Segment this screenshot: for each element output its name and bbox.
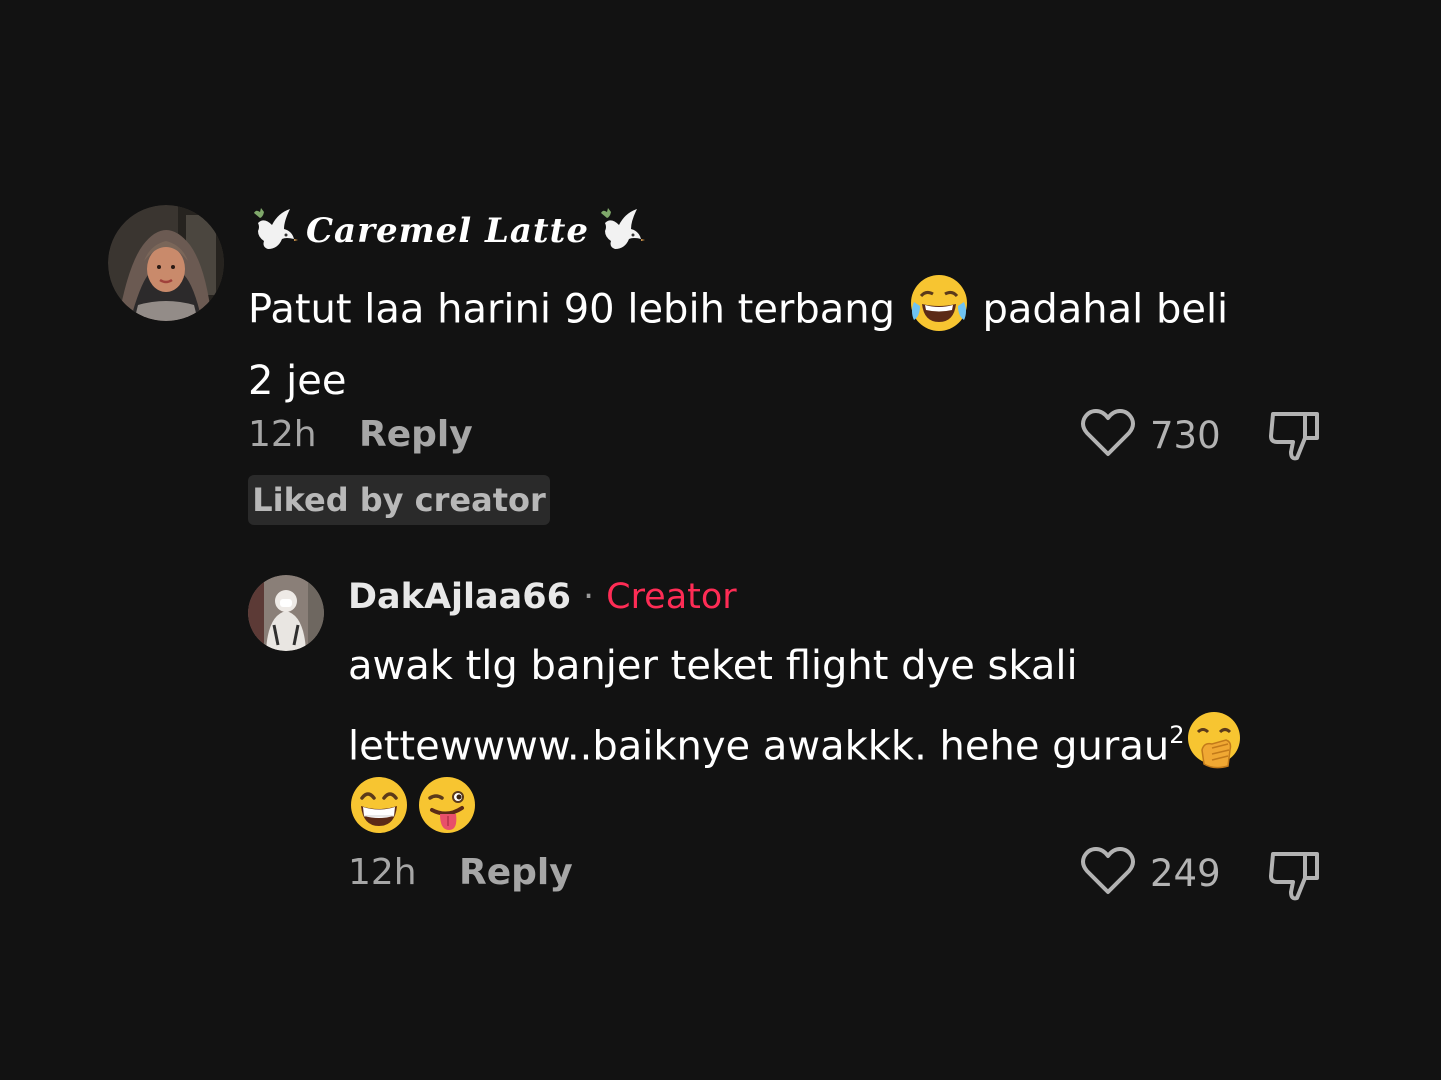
- dove-icon: [248, 203, 300, 259]
- dislike-button[interactable]: [1265, 846, 1323, 908]
- thumbs-down-icon: [1265, 412, 1323, 468]
- comment-text-part: padahal beli: [969, 286, 1229, 333]
- reply-emoji-row: [348, 774, 478, 840]
- reply-text-line: awak tlg banjer teket flight dye skali: [348, 643, 1078, 689]
- reply-username-row: DakAjlaa66 · Creator: [348, 577, 737, 617]
- separator-dot: ·: [582, 577, 595, 617]
- reply-button[interactable]: Reply: [459, 852, 573, 893]
- liked-by-creator-badge: Liked by creator: [248, 475, 550, 525]
- superscript: 2: [1169, 721, 1185, 750]
- winking-face-with-tongue-icon: [416, 774, 478, 840]
- thumbs-down-icon: [1265, 852, 1323, 908]
- reply-text-part: lettewwww..baiknye awakkk. hehe gurau: [348, 723, 1170, 770]
- heart-icon: [1080, 846, 1136, 900]
- reply-username[interactable]: DakAjlaa66: [348, 577, 571, 617]
- like-count: 249: [1150, 851, 1221, 895]
- dove-icon: [595, 203, 647, 259]
- reply-timestamp: 12h: [348, 852, 417, 893]
- reply-text-line: lettewwww..baiknye awakkk. hehe gurau2: [348, 710, 1244, 787]
- face-with-hand-over-mouth-icon: [1184, 710, 1244, 787]
- comment-timestamp: 12h: [248, 414, 317, 455]
- dislike-button[interactable]: [1265, 406, 1323, 468]
- grinning-face-with-smiling-eyes-icon: [348, 774, 410, 840]
- comment-text-line: 2 jee: [248, 358, 347, 404]
- username-text: Caremel Latte: [306, 211, 589, 251]
- creator-tag: Creator: [606, 577, 737, 617]
- face-with-tears-of-joy-icon: [908, 272, 970, 351]
- like-button[interactable]: 730: [1080, 408, 1221, 462]
- creator-avatar[interactable]: [248, 575, 324, 651]
- comment-text-part: Patut laa harini 90 lebih terbang: [248, 286, 908, 333]
- like-button[interactable]: 249: [1080, 846, 1221, 900]
- comment-body: Patut laa harini 90 lebih terbang padaha…: [248, 272, 1228, 411]
- like-count: 730: [1150, 413, 1221, 457]
- commenter-username[interactable]: Caremel Latte: [248, 200, 647, 262]
- reply-button[interactable]: Reply: [359, 414, 473, 455]
- heart-icon: [1080, 408, 1136, 462]
- commenter-avatar[interactable]: [108, 205, 224, 321]
